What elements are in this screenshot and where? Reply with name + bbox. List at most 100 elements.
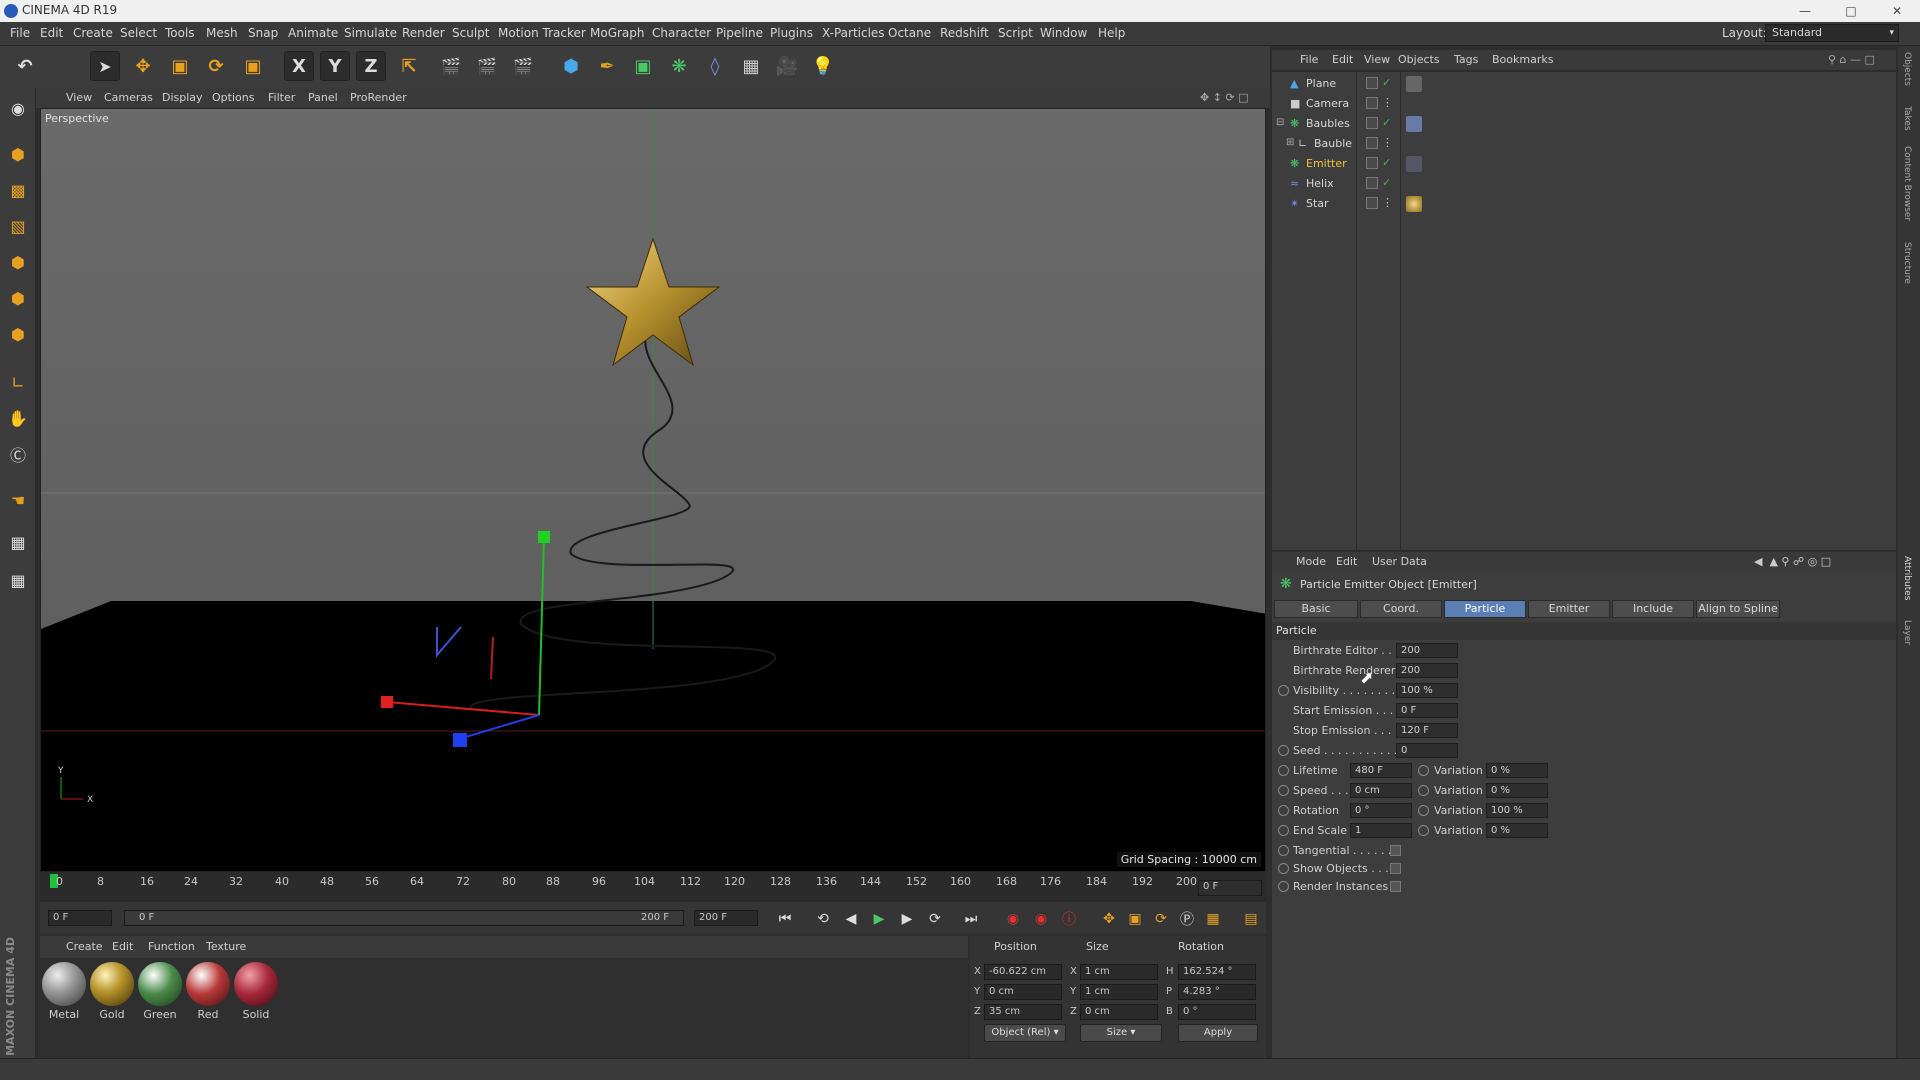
minimize-icon[interactable]: — bbox=[1782, 0, 1828, 22]
next-keyframe-icon[interactable]: ⟳ bbox=[924, 908, 946, 930]
play-icon[interactable]: ▶ bbox=[868, 908, 890, 930]
y-axis-icon[interactable]: Y bbox=[320, 51, 350, 81]
speed-variation-field[interactable]: 0 % bbox=[1486, 783, 1548, 798]
close-icon[interactable]: ✕ bbox=[1874, 0, 1920, 22]
menu-snap[interactable]: Snap bbox=[248, 26, 278, 40]
attribute-menu-user-data[interactable]: User Data bbox=[1372, 555, 1427, 568]
key-scale-icon[interactable]: ▣ bbox=[1124, 908, 1146, 930]
birthrate-editor-field[interactable]: 200 bbox=[1396, 643, 1458, 658]
viewport-menu-panel[interactable]: Panel bbox=[308, 91, 338, 104]
viewport-nav-icons[interactable]: ✥ ↕ ⟳ □ bbox=[1200, 91, 1249, 104]
menu-mesh[interactable]: Mesh bbox=[206, 26, 238, 40]
check-icon[interactable]: ✓ bbox=[1382, 76, 1391, 89]
preview-range-slider[interactable]: 0 F 200 F bbox=[124, 910, 684, 926]
rotation-field[interactable]: 0 ° bbox=[1350, 803, 1412, 818]
axis-mode-icon[interactable]: ∟ bbox=[4, 368, 32, 396]
scale-icon[interactable]: ▣ bbox=[165, 51, 195, 81]
menu-script[interactable]: Script bbox=[998, 26, 1033, 40]
attribute-menu-edit[interactable]: Edit bbox=[1336, 555, 1357, 568]
attribute-nav-icons[interactable]: ◀ ▲ ⚲ ☍ ◎ □ bbox=[1754, 555, 1831, 568]
menu-octane[interactable]: Octane bbox=[888, 26, 931, 40]
animate-radio[interactable] bbox=[1278, 805, 1289, 816]
camera-icon[interactable]: 🎥 bbox=[772, 51, 802, 81]
deformer-icon[interactable]: ◊ bbox=[700, 51, 730, 81]
menu-help[interactable]: Help bbox=[1098, 26, 1125, 40]
animate-radio[interactable] bbox=[1278, 765, 1289, 776]
model-mode-icon[interactable]: ⬢ bbox=[4, 140, 32, 168]
menu-window[interactable]: Window bbox=[1040, 26, 1087, 40]
texture-tag-icon[interactable] bbox=[1406, 76, 1422, 92]
menu-file[interactable]: File bbox=[10, 26, 30, 40]
autokey-icon[interactable]: ◉ bbox=[1030, 908, 1052, 930]
size-y-field[interactable]: 1 cm bbox=[1080, 984, 1158, 1000]
x-axis-icon[interactable]: X bbox=[284, 51, 314, 81]
timeline-window-icon[interactable]: ▤ bbox=[1240, 908, 1262, 930]
menu-sculpt[interactable]: Sculpt bbox=[452, 26, 489, 40]
material-menu-texture[interactable]: Texture bbox=[206, 940, 246, 953]
render-view-icon[interactable]: 🎬 bbox=[436, 51, 466, 81]
rotation-h-field[interactable]: 162.524 ° bbox=[1178, 964, 1256, 980]
animate-radio[interactable] bbox=[1418, 765, 1429, 776]
menu-simulate[interactable]: Simulate bbox=[344, 26, 397, 40]
layer-checkbox[interactable] bbox=[1366, 97, 1378, 109]
viewport-perspective[interactable]: Y X Perspective Grid Spacing : 10000 cm bbox=[40, 108, 1266, 872]
birthrate-renderer-field[interactable]: 200 bbox=[1396, 663, 1458, 678]
coord-mode-dropdown[interactable]: Object (Rel) ▾ bbox=[984, 1024, 1066, 1042]
object-row-camera[interactable]: ■ Camera ⋮ bbox=[1272, 94, 1896, 114]
speed-field[interactable]: 0 cm bbox=[1350, 783, 1412, 798]
coord-size-dropdown[interactable]: Size ▾ bbox=[1080, 1024, 1162, 1042]
menu-x-particles[interactable]: X-Particles bbox=[822, 26, 885, 40]
dots-icon[interactable]: ⋮ bbox=[1382, 136, 1393, 149]
menu-character[interactable]: Character bbox=[652, 26, 711, 40]
tab-emitter[interactable]: Emitter bbox=[1528, 600, 1610, 618]
z-axis-icon[interactable]: Z bbox=[356, 51, 386, 81]
object-row-plane[interactable]: ▲ Plane ✓ bbox=[1272, 74, 1896, 94]
current-frame-field[interactable]: 0 F bbox=[1198, 880, 1262, 896]
material-menu-edit[interactable]: Edit bbox=[112, 940, 133, 953]
animate-radio[interactable] bbox=[1278, 785, 1289, 796]
material-swatch[interactable]: Solid bbox=[234, 962, 278, 1021]
animate-radio[interactable] bbox=[1278, 863, 1289, 874]
object-menu-tags[interactable]: Tags bbox=[1454, 53, 1478, 66]
check-icon[interactable]: ✓ bbox=[1382, 156, 1391, 169]
show-objects-checkbox[interactable] bbox=[1390, 863, 1401, 874]
key-param-icon[interactable]: Ⓟ bbox=[1176, 908, 1198, 930]
animate-radio[interactable] bbox=[1278, 685, 1289, 696]
visibility-field[interactable]: 100 % bbox=[1396, 683, 1458, 698]
points-mode-icon[interactable]: ⬢ bbox=[4, 248, 32, 276]
object-menu-objects[interactable]: Objects bbox=[1398, 53, 1440, 66]
workplane-mode-icon[interactable]: ▧ bbox=[4, 212, 32, 240]
make-editable-icon[interactable]: ◉ bbox=[4, 94, 32, 122]
render-settings-icon[interactable]: 🎬 bbox=[508, 51, 538, 81]
viewport-menu-display[interactable]: Display bbox=[162, 91, 203, 104]
object-menu-view[interactable]: View bbox=[1364, 53, 1390, 66]
expand-icon[interactable]: ⊟ bbox=[1276, 117, 1289, 130]
tab-basic[interactable]: Basic bbox=[1274, 600, 1358, 618]
recent-tool-icon[interactable]: ▣ bbox=[238, 51, 268, 81]
animate-radio[interactable] bbox=[1418, 825, 1429, 836]
position-z-field[interactable]: 35 cm bbox=[984, 1004, 1062, 1020]
tab-particle[interactable]: Particle bbox=[1444, 600, 1526, 618]
material-menu-create[interactable]: Create bbox=[66, 940, 103, 953]
prev-frame-icon[interactable]: ◀ bbox=[840, 908, 862, 930]
material-swatch[interactable]: Red bbox=[186, 962, 230, 1021]
render-picture-viewer-icon[interactable]: 🎬 bbox=[472, 51, 502, 81]
object-row-emitter[interactable]: ❋ Emitter ✓ bbox=[1272, 154, 1896, 174]
rotate-icon[interactable]: ⟳ bbox=[201, 51, 231, 81]
layer-checkbox[interactable] bbox=[1366, 77, 1378, 89]
menu-tools[interactable]: Tools bbox=[165, 26, 195, 40]
floor-icon[interactable]: ▦ bbox=[736, 51, 766, 81]
lifetime-field[interactable]: 480 F bbox=[1350, 763, 1412, 778]
render-instances-checkbox[interactable] bbox=[1390, 881, 1401, 892]
select-arrow-icon[interactable]: ➤ bbox=[90, 51, 120, 81]
animate-radio[interactable] bbox=[1278, 825, 1289, 836]
workplane-icon[interactable]: ▦ bbox=[4, 528, 32, 556]
position-y-field[interactable]: 0 cm bbox=[984, 984, 1062, 1000]
layer-checkbox[interactable] bbox=[1366, 177, 1378, 189]
menu-mograph[interactable]: MoGraph bbox=[590, 26, 645, 40]
soft-selection-icon[interactable]: ☚ bbox=[4, 486, 32, 514]
tab-takes-vertical[interactable]: Takes bbox=[1902, 106, 1912, 131]
edges-mode-icon[interactable]: ⬢ bbox=[4, 284, 32, 312]
tab-coord[interactable]: Coord. bbox=[1360, 600, 1442, 618]
move-icon[interactable]: ✥ bbox=[128, 51, 158, 81]
